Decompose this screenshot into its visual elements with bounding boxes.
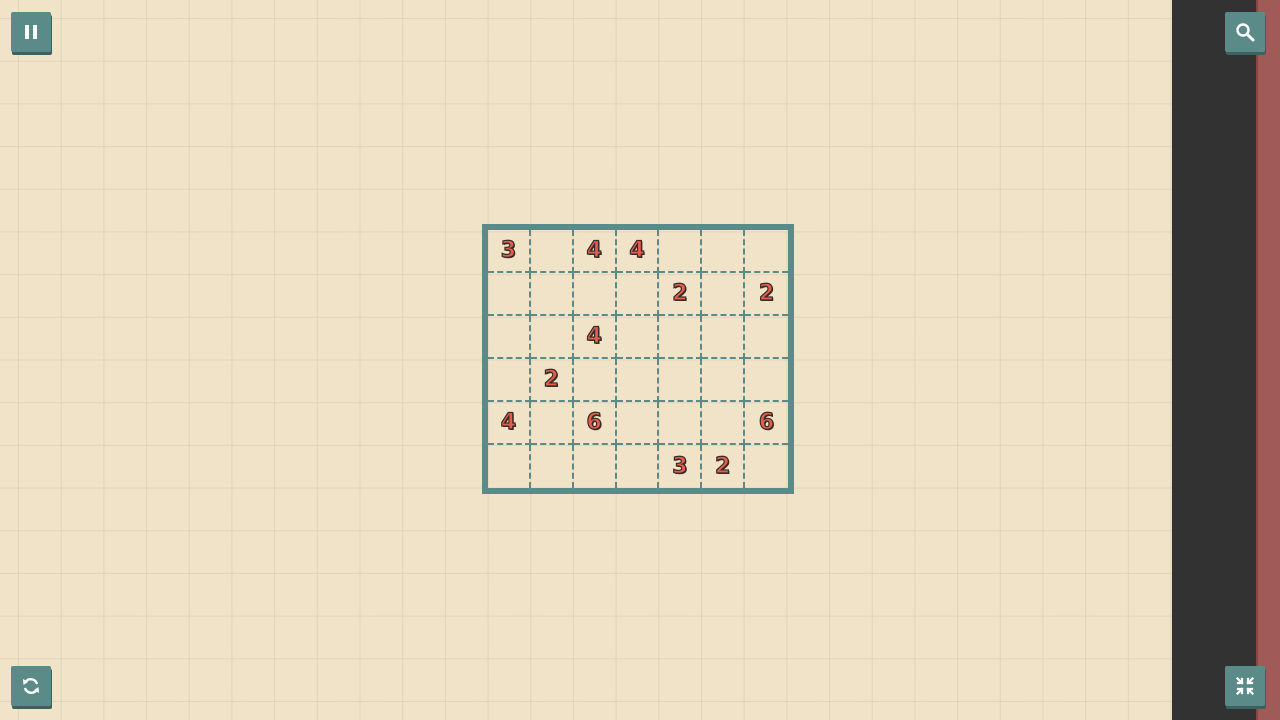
- clue-number: 2: [714, 453, 731, 479]
- grid-cell[interactable]: [616, 273, 660, 316]
- grid-cell[interactable]: [745, 445, 788, 488]
- restart-button[interactable]: [11, 666, 51, 706]
- grid-cell[interactable]: [530, 230, 574, 273]
- grid-cell[interactable]: [573, 273, 617, 316]
- pause-icon: [24, 24, 38, 40]
- grid-cell[interactable]: [488, 445, 531, 488]
- grid-cell[interactable]: 2: [659, 273, 703, 316]
- grid-cell[interactable]: 2: [530, 359, 574, 402]
- grid-cell[interactable]: 3: [488, 230, 531, 273]
- grid-cell[interactable]: [573, 359, 617, 402]
- grid-cell[interactable]: [616, 402, 660, 445]
- grid-cell[interactable]: [659, 316, 703, 359]
- clue-number: 2: [543, 366, 560, 392]
- grid-cell[interactable]: 4: [573, 316, 617, 359]
- grid-cell[interactable]: [745, 230, 788, 273]
- collapse-icon: [1236, 677, 1254, 695]
- clue-number: 3: [672, 453, 689, 479]
- grid-cell[interactable]: [659, 359, 703, 402]
- grid-cell[interactable]: 2: [745, 273, 788, 316]
- grid-cell[interactable]: [659, 230, 703, 273]
- grid-cell[interactable]: [702, 316, 746, 359]
- grid-cell[interactable]: [702, 230, 746, 273]
- grid-cell[interactable]: [488, 316, 531, 359]
- clue-number: 6: [758, 409, 775, 435]
- grid-cell[interactable]: [530, 273, 574, 316]
- grid-cell[interactable]: [531, 445, 574, 488]
- pause-button[interactable]: [11, 12, 51, 52]
- grid-cell[interactable]: [530, 316, 574, 359]
- grid-cell[interactable]: [659, 402, 703, 445]
- grid-cell[interactable]: 3: [659, 445, 703, 488]
- puzzle-grid: 344224246632: [482, 224, 794, 494]
- clue-number: 4: [586, 237, 603, 263]
- grid-cell[interactable]: [530, 402, 574, 445]
- grid-cell[interactable]: [616, 359, 660, 402]
- grid-cell[interactable]: 4: [573, 230, 617, 273]
- grid-cell[interactable]: 6: [745, 402, 788, 445]
- clue-number: 2: [672, 280, 689, 306]
- grid-cell[interactable]: [616, 316, 660, 359]
- exit-fullscreen-button[interactable]: [1225, 666, 1265, 706]
- grid-cell[interactable]: [488, 359, 531, 402]
- magnifier-icon: [1235, 22, 1255, 42]
- grid-cell[interactable]: [617, 445, 660, 488]
- side-panel-edge: [1256, 0, 1280, 720]
- grid-cell[interactable]: [745, 316, 788, 359]
- grid-cell[interactable]: [574, 445, 617, 488]
- grid-cell[interactable]: [745, 359, 788, 402]
- grid-cell[interactable]: [488, 273, 531, 316]
- clue-number: 4: [629, 237, 646, 263]
- clue-number: 4: [500, 409, 517, 435]
- clue-number: 3: [500, 237, 517, 263]
- clue-number: 2: [758, 280, 775, 306]
- grid-cell[interactable]: 4: [616, 230, 660, 273]
- grid-cell[interactable]: 6: [573, 402, 617, 445]
- grid-cell[interactable]: [702, 402, 746, 445]
- grid-cell[interactable]: 2: [702, 445, 746, 488]
- refresh-icon: [21, 676, 41, 696]
- grid-cell[interactable]: [702, 273, 746, 316]
- grid-cell[interactable]: [702, 359, 746, 402]
- zoom-button[interactable]: [1225, 12, 1265, 52]
- grid-cell[interactable]: 4: [488, 402, 531, 445]
- clue-number: 6: [586, 409, 603, 435]
- side-panel: [1172, 0, 1256, 720]
- clue-number: 4: [586, 323, 603, 349]
